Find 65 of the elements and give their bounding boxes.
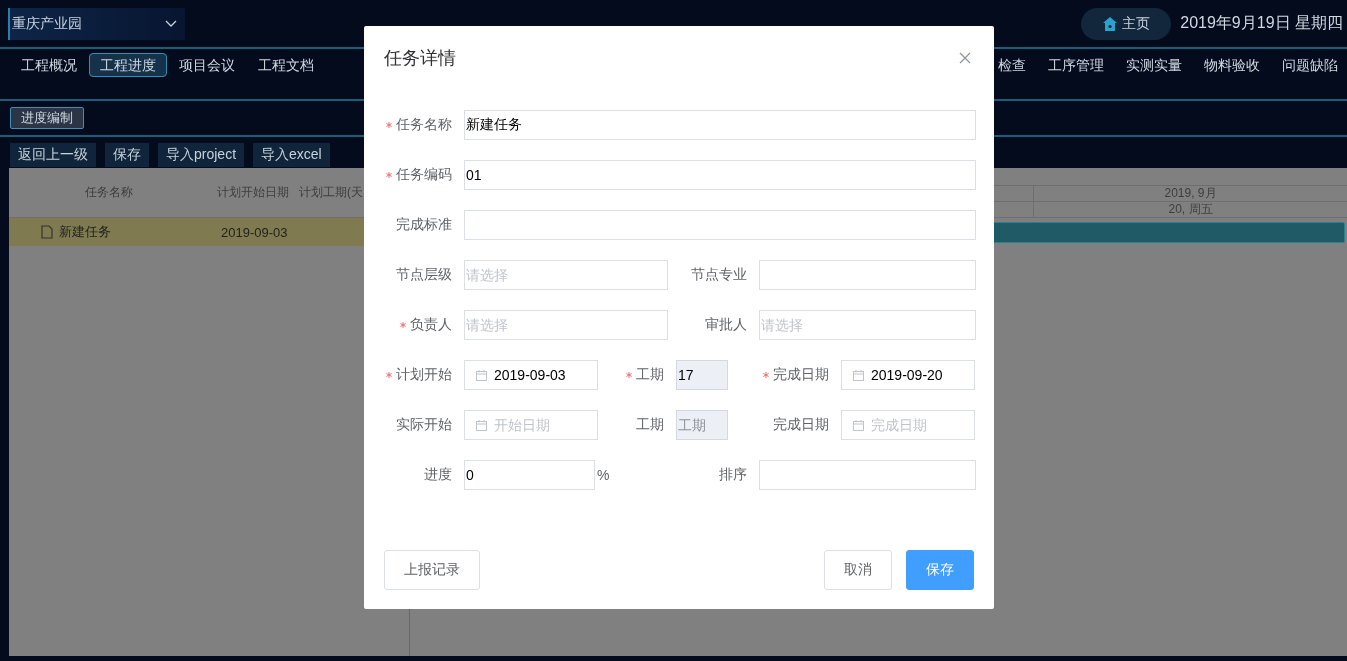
nav-tab[interactable]: 工程文档	[247, 53, 325, 77]
task-name: 新建任务	[59, 223, 111, 241]
chevron-down-icon	[165, 19, 177, 28]
site-select[interactable]: 重庆产业园	[8, 7, 185, 40]
report-history-button[interactable]: 上报记录	[384, 550, 480, 590]
timeline-header: 2019, 9月	[1163, 186, 1218, 201]
date-field[interactable]: 2019-09-20	[841, 360, 975, 390]
sub-tab[interactable]: 进度编制	[10, 107, 84, 129]
date-field[interactable]: 开始日期	[464, 410, 598, 440]
document-icon	[41, 225, 53, 239]
calendar-icon	[476, 370, 487, 381]
task-row[interactable]: 新建任务 2019-09-03	[9, 218, 364, 246]
input-field[interactable]: 01	[464, 160, 976, 190]
column-header: 任务名称	[84, 184, 134, 201]
field-label: 完成标准	[396, 216, 452, 234]
nav-tab[interactable]: 工程概况	[10, 53, 88, 77]
house-icon	[1102, 15, 1119, 32]
field-label: 节点专业	[691, 266, 747, 284]
field-label: 计划开始	[396, 366, 452, 384]
date-field[interactable]: 2019-09-03	[464, 360, 598, 390]
field-label: 完成日期	[773, 416, 829, 434]
unit-text: %	[596, 467, 611, 483]
field-label: 排序	[719, 466, 747, 484]
field-label: 进度	[424, 466, 452, 484]
nav-tab[interactable]: 问题缺陷	[1281, 53, 1337, 77]
field-label: 工期	[636, 416, 664, 434]
toolbar-button[interactable]: 保存	[105, 143, 149, 167]
calendar-icon	[853, 420, 864, 431]
date-text: 2019年9月19日 星期四	[1180, 13, 1343, 33]
toolbar-button[interactable]: 返回上一级	[10, 143, 96, 167]
column-header: 计划工期(天	[299, 184, 363, 201]
field-label: 完成日期	[773, 366, 829, 384]
timeline-header: 20, 周五	[1167, 202, 1214, 217]
nav-tab[interactable]: 工序管理	[1047, 53, 1103, 77]
calendar-icon	[853, 370, 864, 381]
field-label: 负责人	[410, 316, 452, 334]
home-button[interactable]: 主页	[1081, 7, 1172, 40]
table-cell: 2019-09-03	[221, 224, 288, 240]
input-field[interactable]: 0	[464, 460, 595, 490]
column-header: 计划开始日期	[217, 184, 290, 201]
input-field[interactable]	[759, 260, 976, 290]
input-field[interactable]	[464, 210, 976, 240]
nav-tab[interactable]: 工程进度	[89, 53, 167, 77]
cancel-button[interactable]: 取消	[824, 550, 892, 590]
toolbar-button[interactable]: 导入excel	[253, 143, 330, 167]
select-field[interactable]: 请选择	[464, 310, 668, 340]
calendar-icon	[476, 420, 487, 431]
select-field[interactable]: 请选择	[464, 260, 668, 290]
input-field[interactable]	[759, 460, 976, 490]
close-icon[interactable]	[959, 52, 971, 64]
field-label: 工期	[636, 366, 664, 384]
nav-tab[interactable]: 检查	[997, 53, 1025, 77]
date-field[interactable]: 完成日期	[841, 410, 975, 440]
toolbar-button[interactable]: 导入project	[158, 143, 245, 167]
field-label: 实际开始	[396, 416, 452, 434]
field-label: 节点层级	[396, 266, 452, 284]
nav-tab[interactable]: 实测实量	[1125, 53, 1181, 77]
field-label: 审批人	[705, 316, 747, 334]
dialog-title: 任务详情	[384, 47, 456, 70]
field-label: 任务编码	[396, 166, 452, 184]
field-label: 任务名称	[396, 116, 452, 134]
nav-tab[interactable]: 物料验收	[1203, 53, 1259, 77]
input-field[interactable]: 新建任务	[464, 110, 976, 140]
select-field[interactable]: 请选择	[759, 310, 976, 340]
nav-tab[interactable]: 项目会议	[168, 53, 246, 77]
